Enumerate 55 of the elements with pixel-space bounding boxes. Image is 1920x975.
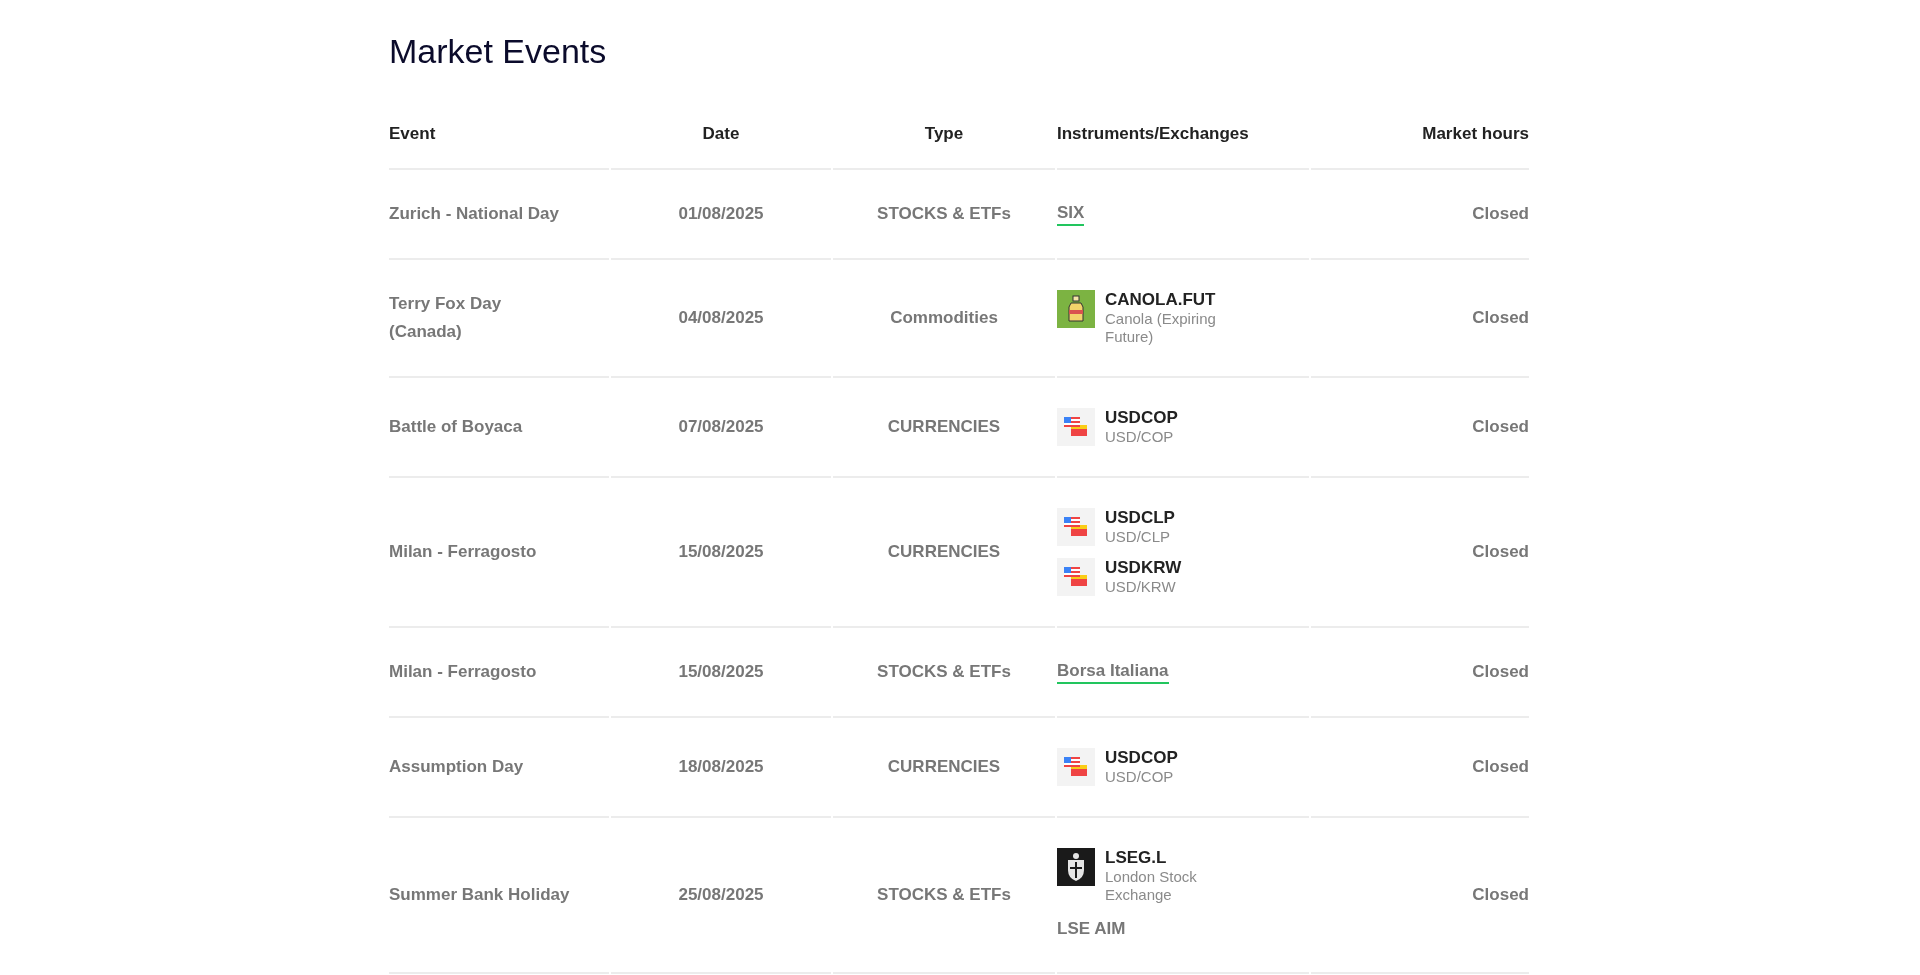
instrument-symbol: USDCOP [1105, 408, 1179, 428]
event-date: 04/08/2025 [678, 308, 764, 328]
bottle-icon [1057, 290, 1095, 328]
instrument-symbol: LSEG.L [1105, 848, 1168, 868]
event-name: Milan - Ferragosto [389, 541, 538, 563]
instrument-symbol: CANOLA.FUT [1105, 290, 1217, 310]
instrument-name: Canola (Expiring Future) [1105, 310, 1217, 346]
market-hours: Closed [1472, 757, 1529, 777]
instrument-name: USD/KRW [1105, 578, 1177, 596]
exchange-name: LSE AIM [1057, 918, 1127, 940]
event-date: 07/08/2025 [678, 417, 764, 437]
market-hours: Closed [1472, 662, 1529, 682]
flags-icon [1057, 558, 1095, 596]
column-header: Instruments/Exchanges [1057, 123, 1249, 143]
market-hours: Closed [1472, 885, 1529, 904]
market-type: CURRENCIES [887, 417, 1001, 437]
instrument-name: USD/COP [1105, 428, 1175, 446]
column-header: Date [702, 123, 740, 143]
instrument-symbol: USDCOP [1105, 748, 1179, 768]
page-title: Market Events [389, 31, 608, 72]
column-header: Market hours [1422, 123, 1529, 143]
market-type: Commodities [890, 308, 998, 328]
event-date: 25/08/2025 [678, 885, 764, 904]
exchange-link[interactable]: SIX [1057, 202, 1085, 226]
flags-icon [1057, 408, 1095, 446]
event-date: 01/08/2025 [678, 204, 764, 224]
event-name: Milan - Ferragosto [389, 661, 538, 683]
instrument-symbol: USDCLP [1105, 508, 1176, 528]
flags-icon [1057, 748, 1095, 786]
market-hours: Closed [1472, 308, 1529, 328]
instrument-name: USD/COP [1105, 768, 1175, 786]
event-name: Assumption Day [389, 756, 525, 778]
flags-icon [1057, 508, 1095, 546]
market-hours: Closed [1472, 204, 1529, 224]
event-date: 18/08/2025 [678, 757, 764, 777]
instrument-name: London Stock Exchange [1105, 868, 1198, 904]
crest-icon [1057, 848, 1095, 886]
instrument-symbol: USDKRW [1105, 558, 1183, 578]
column-header: Event [389, 123, 436, 143]
market-type: STOCKS & ETFs [877, 662, 1011, 682]
exchange-link[interactable]: Borsa Italiana [1057, 660, 1169, 684]
event-date: 15/08/2025 [678, 662, 764, 682]
event-name: Battle of Boyaca [389, 416, 524, 438]
column-header: Type [924, 123, 964, 143]
market-type: STOCKS & ETFs [877, 204, 1011, 224]
market-type: CURRENCIES [887, 757, 1001, 777]
market-type: CURRENCIES [887, 542, 1001, 562]
market-hours: Closed [1472, 417, 1529, 437]
instrument-name: USD/CLP [1105, 528, 1172, 546]
event-name: Summer Bank Holiday [389, 883, 571, 906]
event-name: Terry Fox Day (Canada) [389, 293, 503, 343]
market-hours: Closed [1472, 542, 1529, 562]
event-date: 15/08/2025 [678, 542, 764, 562]
market-type: STOCKS & ETFs [877, 885, 1011, 904]
event-name: Zurich - National Day [389, 203, 561, 225]
